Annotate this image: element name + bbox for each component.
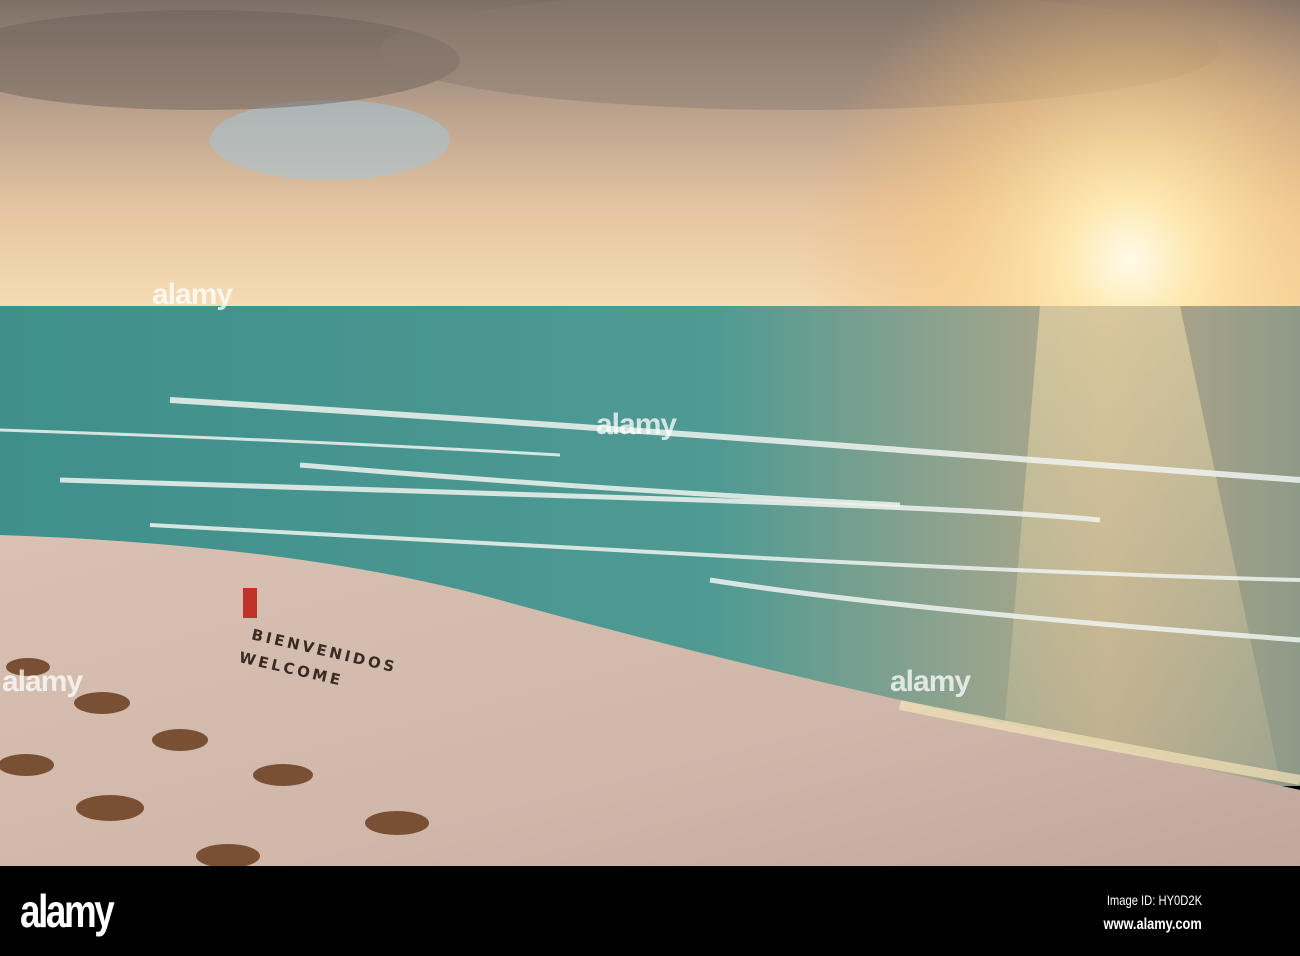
watermark: alamy: [2, 665, 83, 698]
alamy-logo: alamy: [20, 885, 115, 937]
stock-photo-page: BIENVENIDOS WELCOME alamy alamy alamy al…: [0, 0, 1300, 956]
website-link: www.alamy.com: [1103, 916, 1202, 933]
footer-bar: alamy Image ID: HY0D2K www.alamy.com: [0, 866, 1300, 956]
image-id: Image ID: HY0D2K: [1106, 892, 1202, 908]
watermark: alamy: [890, 665, 971, 698]
watermark: alamy: [596, 408, 677, 441]
watermark: alamy: [152, 278, 233, 311]
